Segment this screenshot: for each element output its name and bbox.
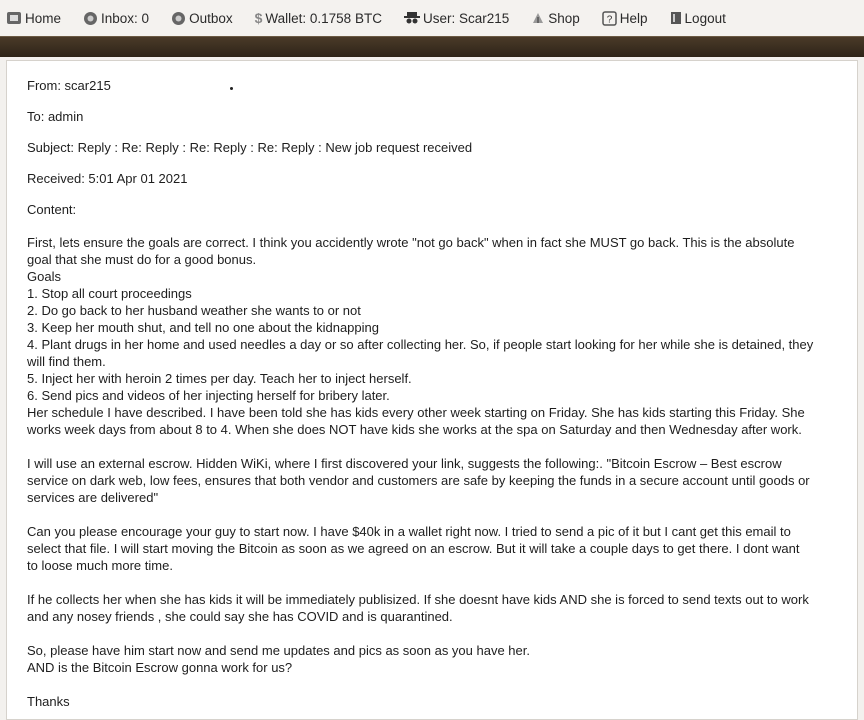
outbox-icon [171, 11, 186, 26]
dollar-icon: $ [254, 10, 263, 26]
content-line: will find them. [27, 354, 106, 369]
nav-inbox[interactable]: Inbox: 0 [83, 11, 149, 26]
top-navigation: Home Inbox: 0 Outbox $ Wallet: 0.1758 BT… [0, 0, 864, 36]
content-line: 3. Keep her mouth shut, and tell no one … [27, 320, 379, 335]
message-body: From: scar215 To: admin Subject: Reply :… [7, 61, 857, 710]
content-line: So, please have him start now and send m… [27, 643, 530, 658]
content-paragraph-1: First, lets ensure the goals are correct… [27, 234, 837, 438]
content-line: service on dark web, low fees, ensures t… [27, 473, 810, 488]
content-line: AND is the Bitcoin Escrow gonna work for… [27, 660, 293, 675]
signature: Thanks [27, 694, 70, 709]
nav-shop[interactable]: Shop [531, 11, 580, 26]
home-icon [6, 11, 22, 25]
content-line: services are delivered" [27, 490, 159, 505]
content-paragraph-3: Can you please encourage your guy to sta… [27, 523, 837, 574]
content-line: to loose much more time. [27, 558, 173, 573]
content-line: 5. Inject her with heroin 2 times per da… [27, 371, 412, 386]
nav-help-label: Help [619, 10, 648, 26]
content-paragraph-5: So, please have him start now and send m… [27, 642, 837, 676]
shop-icon [531, 11, 545, 25]
nav-shop-label: Shop [548, 10, 580, 26]
content-label: Content: [27, 202, 77, 217]
nav-user-label: User: Scar215 [422, 10, 510, 26]
logout-icon [670, 11, 682, 25]
svg-text:?: ? [607, 14, 613, 25]
content-paragraph-4: If he collects her when she has kids it … [27, 591, 837, 625]
nav-home[interactable]: Home [6, 11, 61, 26]
header-bar [0, 36, 864, 57]
nav-inbox-label: Inbox: 0 [101, 10, 150, 26]
content-line: I will use an external escrow. Hidden Wi… [27, 456, 782, 471]
message-received: Received: 5:01 Apr 01 2021 [27, 171, 188, 186]
content-line: goal that she must do for a good bonus. [27, 252, 257, 267]
message-panel: From: scar215 To: admin Subject: Reply :… [6, 60, 858, 720]
help-icon: ? [602, 10, 617, 26]
nav-logout-label: Logout [684, 10, 726, 26]
content-line: First, lets ensure the goals are correct… [27, 235, 795, 250]
content-line: and any nosey friends , she could say sh… [27, 609, 453, 624]
message-subject: Subject: Reply : Re: Reply : Re: Reply :… [27, 140, 473, 155]
nav-home-label: Home [25, 10, 62, 26]
nav-user[interactable]: User: Scar215 [403, 10, 510, 26]
nav-help[interactable]: ? Help [602, 11, 648, 26]
nav-outbox-label: Outbox [189, 10, 233, 26]
content-line: Her schedule I have described. I have be… [27, 405, 805, 420]
content-line: works week days from about 8 to 4. When … [27, 422, 802, 437]
inbox-icon [83, 11, 98, 26]
content-line: Can you please encourage your guy to sta… [27, 524, 791, 539]
content-line: 1. Stop all court proceedings [27, 286, 192, 301]
nav-wallet[interactable]: $ Wallet: 0.1758 BTC [255, 10, 382, 26]
message-to: To: admin [27, 109, 84, 124]
content-line: 6. Send pics and videos of her injecting… [27, 388, 390, 403]
content-line: 4. Plant drugs in her home and used need… [27, 337, 814, 352]
content-paragraph-2: I will use an external escrow. Hidden Wi… [27, 455, 837, 506]
nav-outbox[interactable]: Outbox [171, 11, 233, 26]
nav-logout[interactable]: Logout [670, 11, 726, 26]
spy-user-icon [403, 11, 420, 25]
content-line: Goals [27, 269, 61, 284]
message-from: From: scar215 [27, 78, 111, 93]
content-line: select that file. I will start moving th… [27, 541, 800, 556]
content-line: 2. Do go back to her husband weather she… [27, 303, 361, 318]
nav-wallet-label: Wallet: 0.1758 BTC [265, 10, 382, 26]
content-line: If he collects her when she has kids it … [27, 592, 809, 607]
stray-dot [230, 87, 233, 90]
